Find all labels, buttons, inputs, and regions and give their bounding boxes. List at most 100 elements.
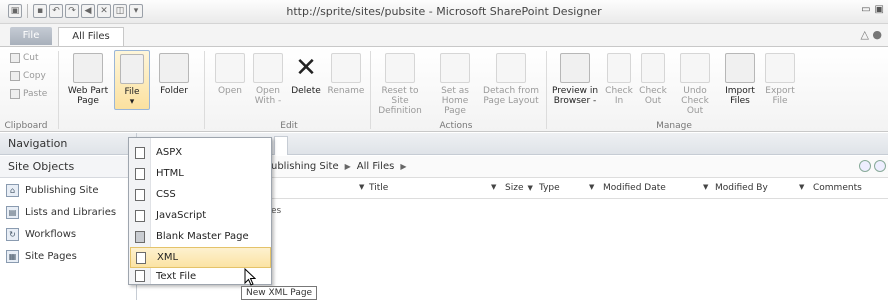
copy-icon — [10, 71, 20, 81]
forward-nav-icon[interactable] — [874, 160, 886, 172]
paste-icon — [10, 89, 20, 99]
check-in-icon — [607, 53, 631, 83]
chevron-down-icon: ▾ — [129, 97, 135, 107]
chevron-down-icon: ▼ — [527, 184, 533, 192]
nav-item-publishing-site[interactable]: ⌂ Publishing Site — [0, 179, 136, 201]
name-column-dropdown[interactable]: ▼ — [355, 183, 364, 191]
nav-item-label: Lists and Libraries — [25, 206, 117, 218]
check-in-button[interactable]: Check In — [604, 53, 634, 106]
nav-item-label: Publishing Site — [25, 184, 99, 196]
undo-check-out-button[interactable]: Undo Check Out — [672, 53, 718, 116]
nav-item-workflows[interactable]: ↻ Workflows — [0, 223, 136, 245]
master-page-icon — [135, 230, 145, 243]
open-icon — [215, 53, 245, 83]
chevron-down-icon: ▼ — [359, 183, 365, 191]
import-files-button[interactable]: Import Files — [722, 53, 758, 106]
detach-from-page-layout-button[interactable]: Detach from Page Layout — [482, 53, 540, 106]
preview-browser-icon — [560, 53, 590, 83]
document-icon — [136, 251, 146, 264]
menu-item-aspx[interactable]: ASPX — [130, 142, 271, 163]
column-modified-by[interactable]: Modified By — [715, 183, 768, 193]
nav-item-label: Workflows — [25, 228, 77, 240]
web-part-page-icon — [73, 53, 103, 83]
delete-icon: ✕ — [295, 53, 317, 83]
minimize-icon[interactable]: ▭ — [861, 4, 870, 15]
modified-date-column-dropdown[interactable]: ▼ — [699, 183, 708, 191]
title-column-dropdown[interactable]: ▼ — [487, 183, 496, 191]
document-icon — [135, 146, 145, 159]
folder-label: Folder — [160, 86, 188, 96]
file-button[interactable]: File ▾ — [114, 50, 150, 110]
restore-icon[interactable]: ▣ — [875, 4, 884, 15]
column-comments[interactable]: Comments — [813, 183, 862, 193]
folder-button[interactable]: Folder — [154, 53, 194, 96]
nav-item-lists-and-libraries[interactable]: ▤ Lists and Libraries — [0, 201, 136, 223]
column-modified-date[interactable]: Modified Date — [603, 183, 666, 193]
cut-button[interactable]: Cut — [10, 53, 39, 63]
menu-item-xml[interactable]: XML — [130, 247, 271, 268]
column-type-label: Type — [539, 183, 560, 193]
set-as-home-page-button[interactable]: Set as Home Page — [430, 53, 480, 116]
column-title[interactable]: Title — [369, 183, 388, 193]
column-modified-by-label: Modified By — [715, 183, 768, 193]
rename-label: Rename — [327, 86, 365, 96]
menu-item-label: CSS — [156, 189, 176, 200]
workflow-icon: ↻ — [6, 227, 19, 241]
check-out-label-2: Out — [644, 96, 662, 106]
help-icon[interactable]: △ ● — [860, 28, 882, 41]
navigation-buttons — [859, 160, 886, 172]
site-objects-header[interactable]: Site Objects — [0, 156, 136, 178]
document-icon — [135, 209, 145, 222]
delete-button[interactable]: ✕ Delete — [288, 53, 324, 96]
ribbon-tab-row: File All Files △ ● — [0, 24, 888, 46]
breadcrumb-item-all-files[interactable]: All Files — [357, 161, 395, 172]
chevron-down-icon: ▼ — [703, 183, 709, 191]
divider — [546, 51, 547, 129]
paste-button[interactable]: Paste — [10, 89, 47, 99]
editor-tab[interactable] — [274, 136, 288, 155]
breadcrumb-item-site[interactable]: ublishing Site — [271, 161, 339, 172]
back-nav-icon[interactable] — [859, 160, 871, 172]
menu-item-label: XML — [157, 252, 179, 263]
home-page-icon — [440, 53, 470, 83]
check-out-button[interactable]: Check Out — [638, 53, 668, 106]
menu-item-blank-master-page[interactable]: Blank Master Page — [130, 226, 271, 247]
export-file-button[interactable]: Export File — [762, 53, 798, 106]
chevron-down-icon: ▼ — [491, 183, 497, 191]
type-column-dropdown[interactable]: ▼ — [585, 183, 594, 191]
cut-label: Cut — [23, 53, 39, 63]
detach-icon — [496, 53, 526, 83]
menu-item-html[interactable]: HTML — [130, 163, 271, 184]
modified-by-column-dropdown[interactable]: ▼ — [795, 183, 804, 191]
navigation-header: Navigation — [0, 133, 136, 155]
file-icon — [120, 54, 144, 84]
web-part-page-button[interactable]: Web Part Page — [66, 53, 110, 106]
preview-in-browser-button[interactable]: Preview in Browser - — [550, 53, 600, 106]
column-type[interactable]: Type — [539, 183, 560, 193]
title-bar: ▣ ▪ ↶ ↷ ◀ ✕ ◫ ▾ http://sprite/sites/pubs… — [0, 0, 888, 24]
copy-button[interactable]: Copy — [10, 71, 46, 81]
list-item[interactable]: es — [271, 206, 281, 216]
file-dropdown-menu: ASPX HTML CSS JavaScript Blank Master Pa… — [128, 137, 272, 285]
reset-label: Reset to Site — [381, 86, 419, 106]
export-label: Export — [765, 86, 795, 96]
web-part-page-label: Web Part — [67, 86, 109, 96]
check-out-label: Check — [639, 86, 667, 96]
chevron-down-icon: ▼ — [589, 183, 595, 191]
open-with-button[interactable]: Open With - — [250, 53, 286, 106]
clipboard-group-label: Clipboard — [4, 121, 48, 131]
open-button[interactable]: Open — [212, 53, 248, 96]
nav-item-site-pages[interactable]: ▦ Site Pages — [0, 245, 136, 267]
check-in-label-2: In — [614, 96, 624, 106]
menu-item-css[interactable]: CSS — [130, 184, 271, 205]
column-comments-label: Comments — [813, 183, 862, 193]
menu-item-javascript[interactable]: JavaScript — [130, 205, 271, 226]
tab-file[interactable]: File — [10, 27, 52, 45]
tab-all-files[interactable]: All Files — [58, 27, 124, 46]
import-label: Import — [725, 86, 755, 96]
ribbon: Cut Copy Paste Clipboard Web Part Page F… — [0, 46, 888, 132]
paste-label: Paste — [23, 89, 48, 99]
column-size[interactable]: Size ▼ — [505, 183, 533, 193]
rename-button[interactable]: Rename — [326, 53, 366, 96]
reset-to-site-definition-button[interactable]: Reset to Site Definition — [372, 53, 428, 116]
